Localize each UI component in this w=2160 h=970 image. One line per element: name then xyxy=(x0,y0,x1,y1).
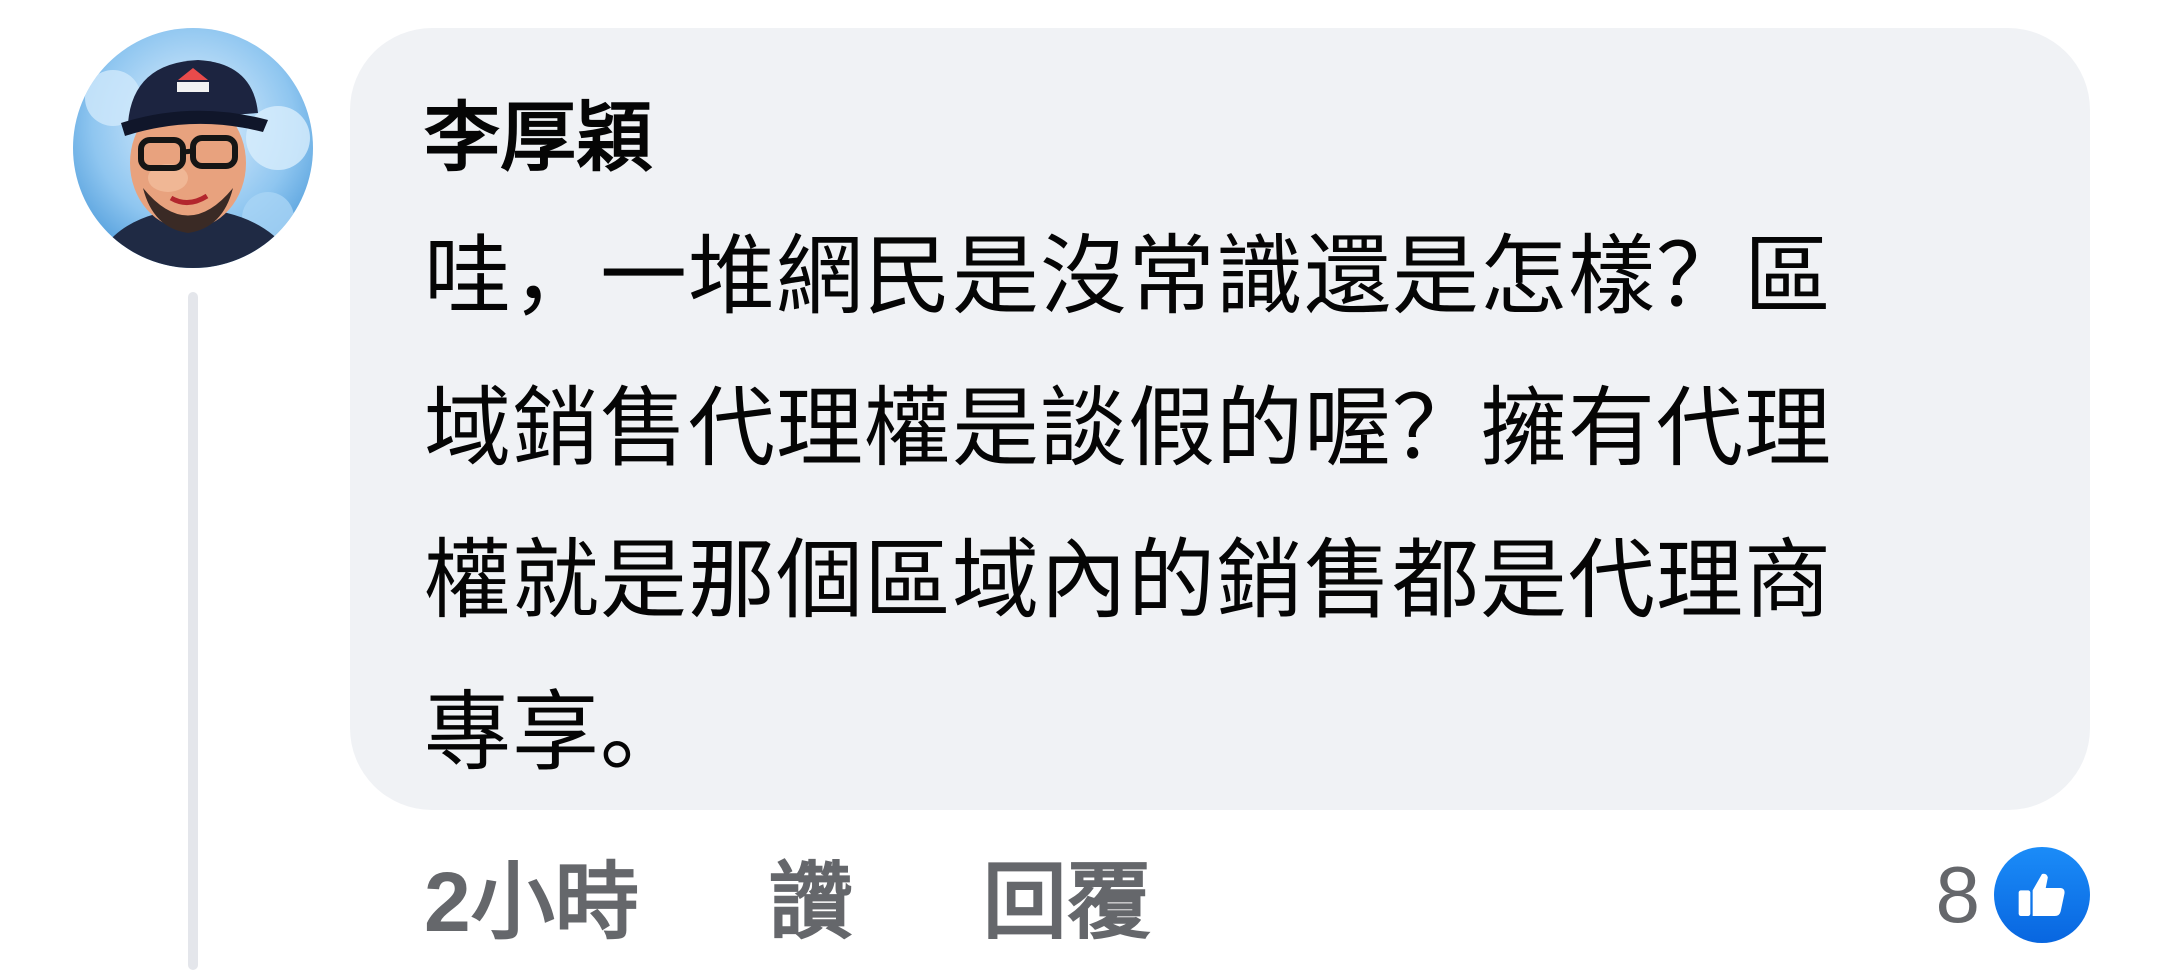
comment-text-line: 哇，一堆網民是沒常識還是怎樣？區 xyxy=(424,225,1832,327)
comment-item: 李厚穎 哇，一堆網民是沒常識還是怎樣？區 域銷售代理權是談假的喔？擁有代理 權就… xyxy=(0,0,2160,970)
comment-actions: 2小時 讚 回覆 xyxy=(424,840,1151,950)
thread-line xyxy=(188,292,198,970)
comment-timestamp[interactable]: 2小時 xyxy=(424,835,639,956)
reply-button[interactable]: 回覆 xyxy=(983,835,1151,956)
reaction-count: 8 xyxy=(1935,850,1981,939)
avatar[interactable] xyxy=(73,28,313,268)
like-button[interactable]: 讚 xyxy=(769,835,853,956)
comment-author[interactable]: 李厚穎 xyxy=(424,88,652,188)
comment-text: 哇，一堆網民是沒常識還是怎樣？區 域銷售代理權是談假的喔？擁有代理 權就是那個區… xyxy=(424,200,1984,808)
comment-text-line: 權就是那個區域內的銷售都是代理商 xyxy=(424,529,1832,631)
reaction-summary[interactable]: 8 xyxy=(1935,840,2090,950)
comment-text-line: 專享。 xyxy=(424,681,688,783)
thumbs-up-icon xyxy=(1994,847,2090,943)
comment-text-line: 域銷售代理權是談假的喔？擁有代理 xyxy=(424,377,1832,479)
avatar-image xyxy=(73,28,313,268)
